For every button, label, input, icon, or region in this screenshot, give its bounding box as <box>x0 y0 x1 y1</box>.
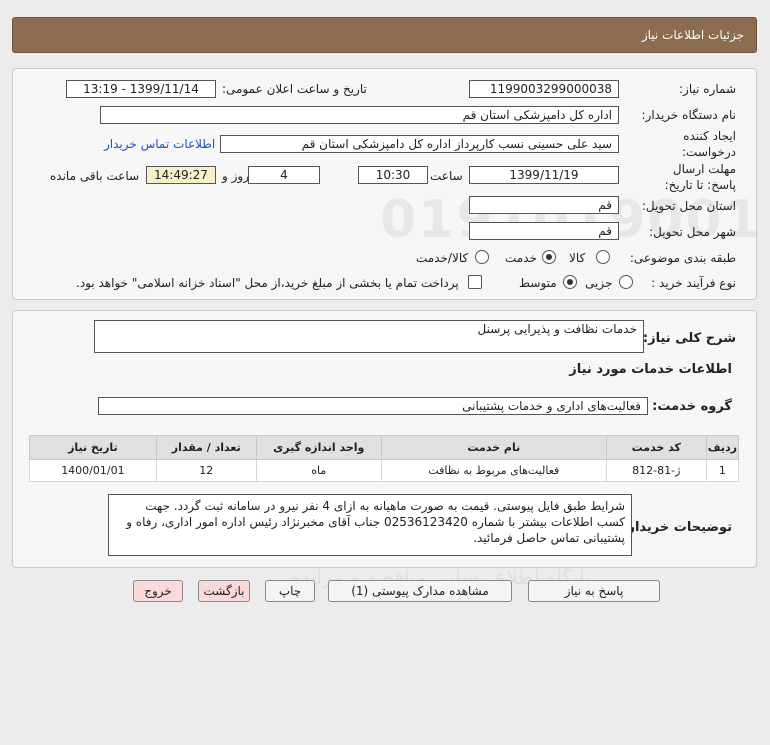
treasury-note: پرداخت تمام یا بخشی از مبلغ خرید،از محل … <box>76 276 459 290</box>
purchase-medium-label: متوسط <box>519 276 557 290</box>
purchase-minor-label: جزیی <box>585 276 613 290</box>
cell-service-code: ژ-81-812 <box>605 459 707 482</box>
category-label: طبقه بندی موضوعی: <box>629 251 736 265</box>
treasury-checkbox[interactable] <box>468 275 482 289</box>
col-quantity: تعداد / مقدار <box>155 435 257 460</box>
purchase-minor-radio[interactable] <box>619 275 633 289</box>
summary-label: شرح کلی نیاز: <box>642 331 736 346</box>
city-field: قم <box>469 222 619 240</box>
buyer-notes-field: شرایط طبق فایل پیوستی. قیمت به صورت ماهی… <box>108 494 632 556</box>
cell-quantity: 12 <box>155 459 257 482</box>
table-header-row: ردیف کد خدمت نام خدمت واحد اندازه گیری ت… <box>29 435 740 460</box>
back-button[interactable]: بازگشت <box>198 580 250 602</box>
deadline-date-field: 1399/11/19 <box>469 166 619 184</box>
service-group-label: گروه خدمت: <box>652 399 732 414</box>
need-details-panel <box>12 68 757 300</box>
province-field: قم <box>469 196 619 214</box>
deadline-time-label: ساعت <box>430 169 463 183</box>
category-both-label: کالا/خدمت <box>416 251 469 265</box>
category-service-radio[interactable] <box>542 250 556 264</box>
table-row: 1 ژ-81-812 فعالیت‌های مربوط به نظافت ماه… <box>29 459 740 482</box>
page-title: جزئیات اطلاعات نیاز <box>641 28 744 42</box>
page-header: جزئیات اطلاعات نیاز <box>12 17 757 53</box>
cell-row-number: 1 <box>705 459 740 482</box>
col-need-date: تاریخ نیاز <box>29 435 157 460</box>
category-both-radio[interactable] <box>475 250 489 264</box>
announce-field: 1399/11/14 - 13:19 <box>66 80 216 98</box>
buyer-notes-label: توضیحات خریدار: <box>622 520 732 535</box>
deadline-label: مهلت ارسال پاسخ: تا تاریخ: <box>664 162 736 192</box>
requester-field: سید علی حسینی نسب کارپرداز اداره کل دامپ… <box>220 135 619 153</box>
category-goods-radio[interactable] <box>596 250 610 264</box>
need-number-field: 1199003299000038 <box>469 80 619 98</box>
cell-service-name: فعالیت‌های مربوط به نظافت <box>380 459 607 482</box>
services-table: ردیف کد خدمت نام خدمت واحد اندازه گیری ت… <box>29 435 740 482</box>
purchase-type-label: نوع فرآیند خرید : <box>651 276 736 290</box>
summary-field: خدمات نظافت و پذیرایی پرسنل <box>94 320 644 353</box>
cell-unit: ماه <box>255 459 382 482</box>
need-number-label: شماره نیاز: <box>679 82 736 96</box>
days-label: روز و <box>222 169 249 183</box>
cell-need-date: 1400/01/01 <box>29 459 157 482</box>
category-service-label: خدمت <box>505 251 537 265</box>
reply-button[interactable]: پاسخ به نیاز <box>528 580 660 602</box>
contact-buyer-link[interactable]: اطلاعات تماس خریدار <box>104 137 215 151</box>
services-title: اطلاعات خدمات مورد نیاز <box>569 362 732 377</box>
purchase-medium-radio[interactable] <box>563 275 577 289</box>
col-unit: واحد اندازه گیری <box>255 435 382 460</box>
col-row-number: ردیف <box>705 435 740 460</box>
remaining-label: ساعت باقی مانده <box>50 169 140 183</box>
category-goods-label: کالا <box>569 251 586 265</box>
deadline-time-field: 10:30 <box>358 166 428 184</box>
exit-button[interactable]: خروج <box>133 580 183 602</box>
province-label: استان محل تحویل: <box>641 199 736 213</box>
service-group-field: فعالیت‌های اداری و خدمات پشتیبانی <box>98 397 648 415</box>
announce-label: تاریخ و ساعت اعلان عمومی: <box>222 82 367 96</box>
days-field: 4 <box>248 166 320 184</box>
print-button[interactable]: چاپ <box>265 580 315 602</box>
buyer-org-field: اداره کل دامپزشکی استان قم <box>100 106 619 124</box>
buyer-org-label: نام دستگاه خریدار: <box>641 108 737 122</box>
remaining-time-field: 14:49:27 <box>146 166 216 184</box>
attachments-button[interactable]: مشاهده مدارک پیوستی (1) <box>328 580 512 602</box>
requester-label: ایجاد کننده درخواست: <box>682 129 736 159</box>
col-service-code: کد خدمت <box>605 435 707 460</box>
city-label: شهر محل تحویل: <box>649 225 736 239</box>
col-service-name: نام خدمت <box>380 435 607 460</box>
